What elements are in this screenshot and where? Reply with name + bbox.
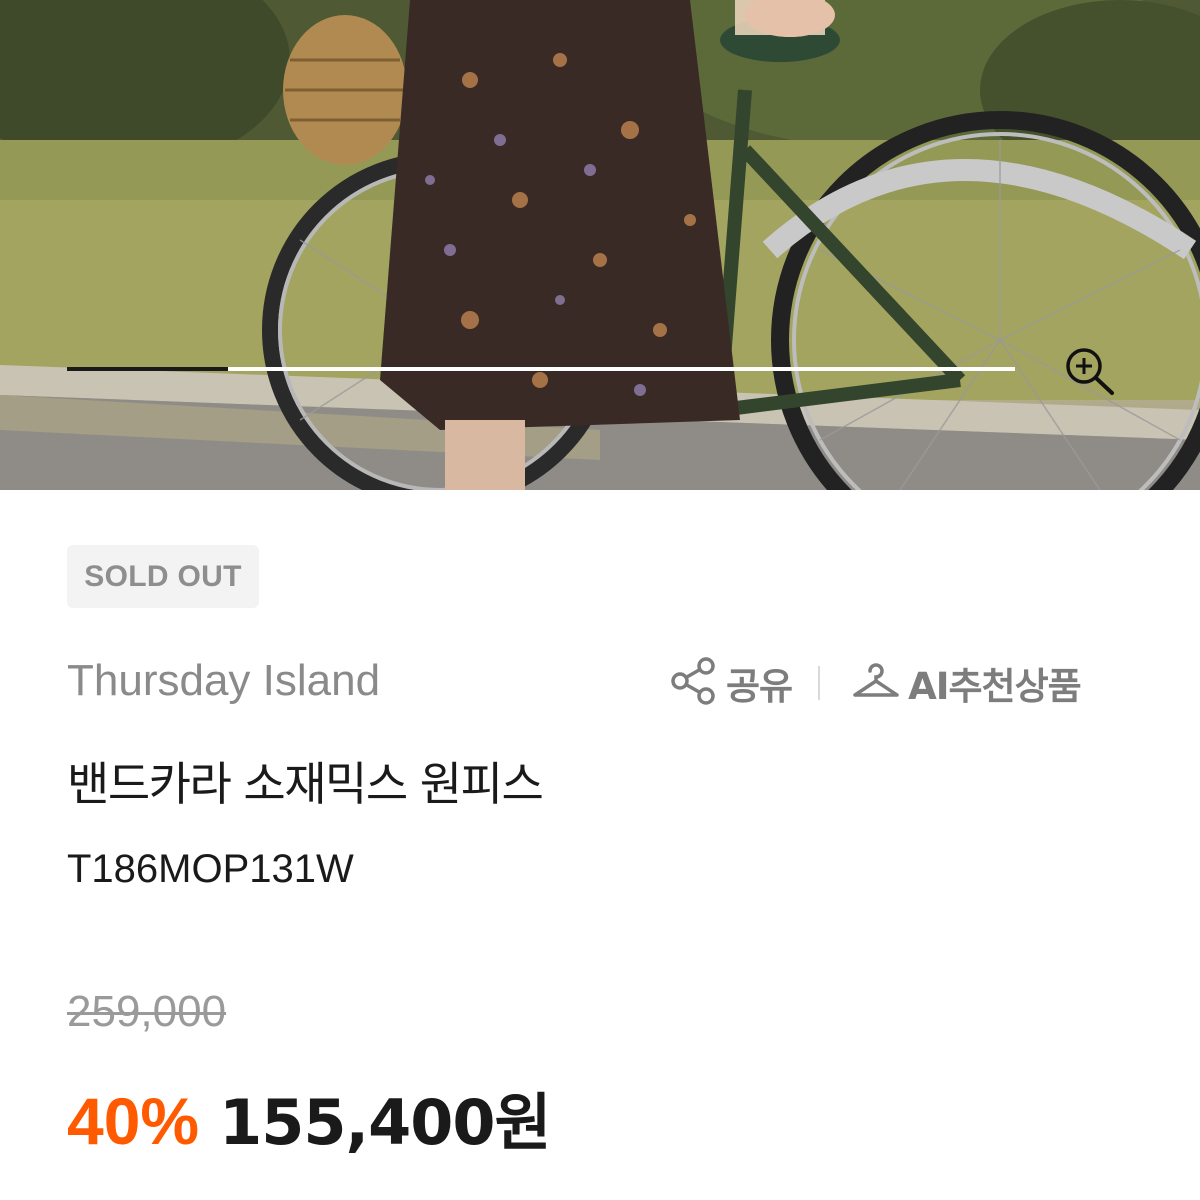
action-divider bbox=[818, 666, 821, 700]
product-detail-page: SOLD OUT Thursday Island 공유 AI추천상품 밴드카라 … bbox=[0, 0, 1200, 1200]
gallery-progress-indicator bbox=[67, 367, 229, 371]
share-label: 공유 bbox=[726, 665, 793, 708]
product-title: 밴드카라 소재믹스 원피스 bbox=[67, 757, 544, 811]
share-icon bbox=[668, 655, 720, 711]
product-code: T186MOP131W bbox=[67, 847, 354, 891]
gallery-progress-track[interactable] bbox=[67, 367, 1015, 371]
sale-price: 155,400원 bbox=[219, 1086, 551, 1159]
hanger-icon bbox=[850, 655, 902, 711]
discount-rate: 40% bbox=[67, 1084, 200, 1158]
sale-price-row: 40% 155,400원 bbox=[67, 1083, 552, 1161]
product-image-gallery[interactable] bbox=[0, 0, 1200, 490]
original-price: 259,000 bbox=[67, 987, 227, 1036]
ai-recommend-label: AI추천상품 bbox=[908, 665, 1082, 708]
sold-out-badge: SOLD OUT bbox=[67, 545, 259, 608]
product-actions: 공유 AI추천상품 bbox=[668, 655, 1082, 711]
brand-name-link[interactable]: Thursday Island bbox=[67, 655, 380, 707]
ai-recommend-button[interactable]: AI추천상품 bbox=[850, 655, 1082, 711]
share-button[interactable]: 공유 bbox=[668, 655, 793, 711]
product-photo bbox=[0, 0, 1200, 490]
zoom-in-icon[interactable] bbox=[1060, 344, 1120, 396]
